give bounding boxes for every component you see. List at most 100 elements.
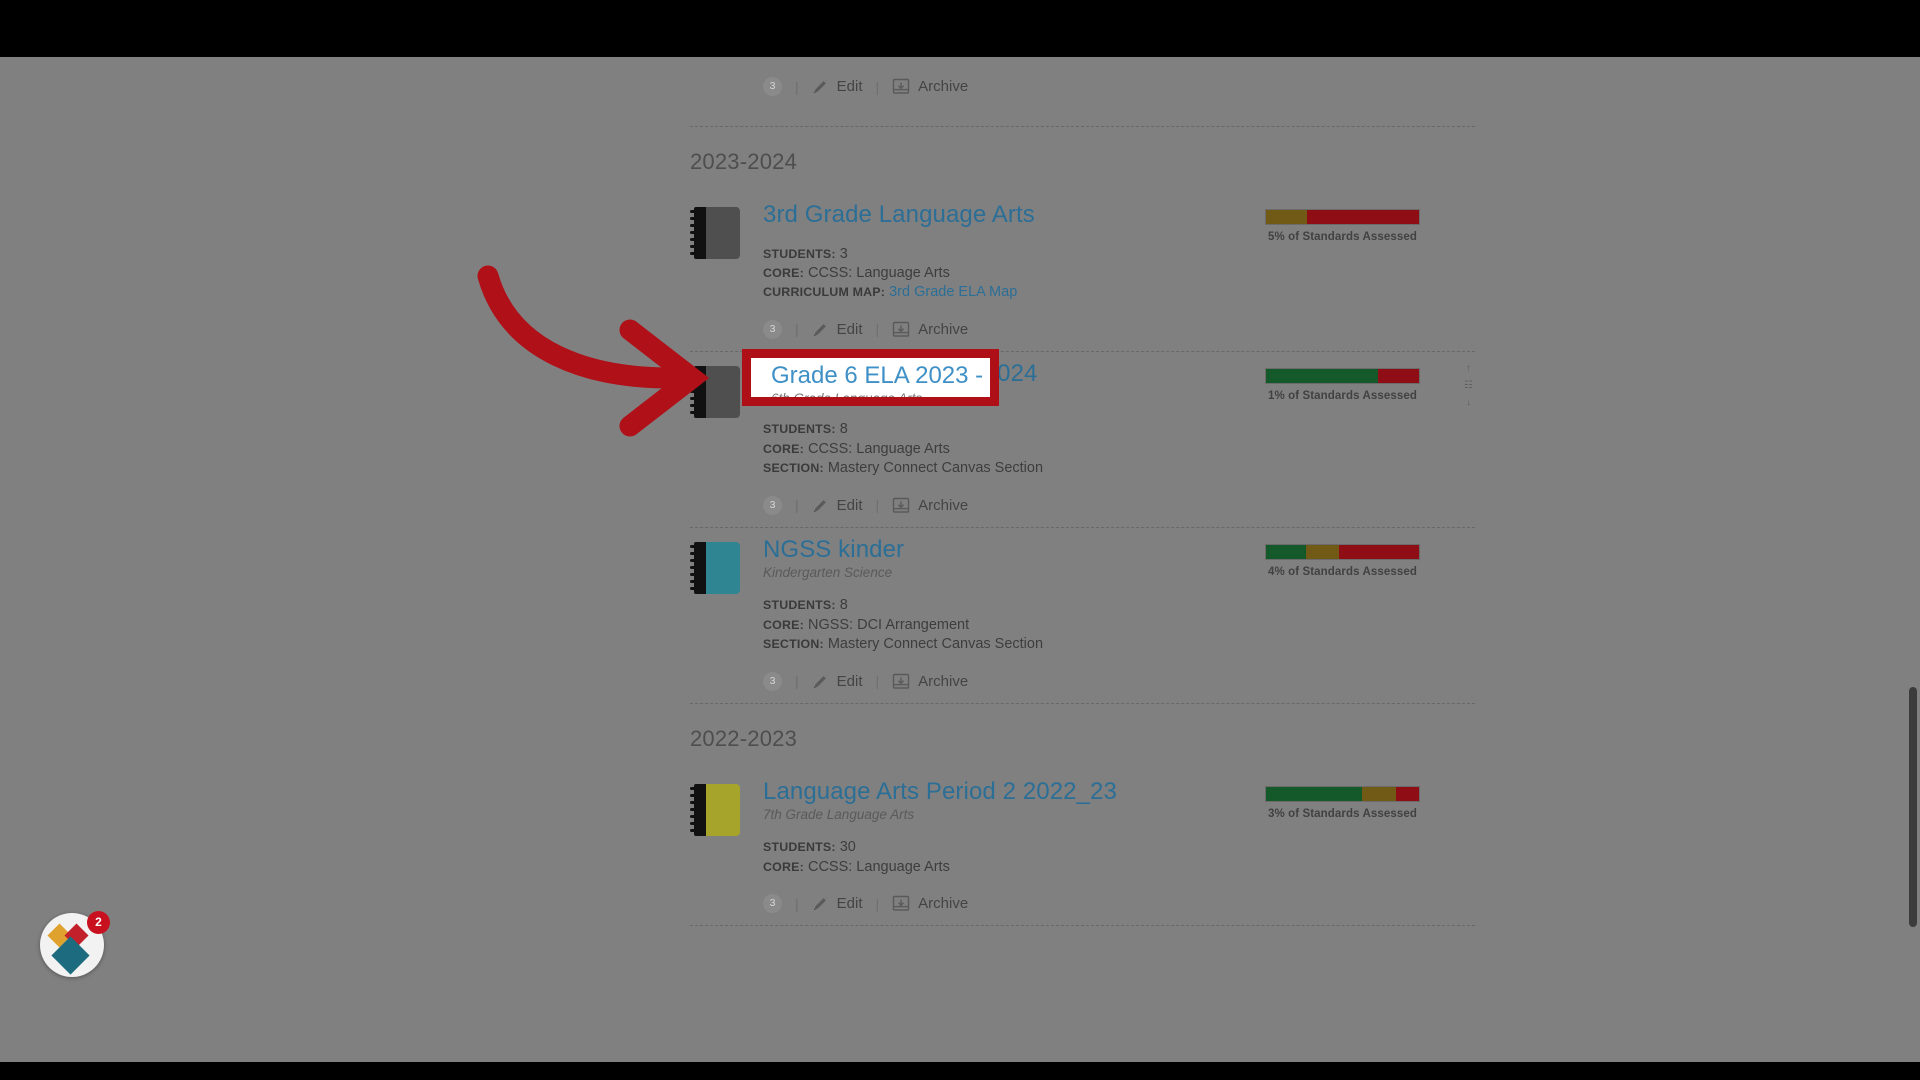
meta-line: STUDENTS: 8 xyxy=(763,596,1265,615)
course-meta: STUDENTS: 3 CORE: CCSS: Language Arts CU… xyxy=(763,229,1265,303)
course-title-link[interactable]: NGSS kinder xyxy=(763,536,1265,564)
notebook-ring xyxy=(690,821,701,825)
progress-bar-wrap: 1% of Standards Assessed xyxy=(1265,367,1420,402)
meta-line: STUDENTS: 3 xyxy=(763,245,1265,264)
course-right: 3% of Standards Assessed xyxy=(1265,778,1475,913)
edit-button[interactable]: Edit xyxy=(812,78,863,95)
archive-box-icon xyxy=(892,321,910,337)
notebook-ring xyxy=(690,544,701,548)
meta-value: 8 xyxy=(839,597,848,614)
meta-key: CURRICULUM MAP: xyxy=(763,285,886,300)
meta-line: SECTION: Mastery Connect Canvas Section xyxy=(763,459,1265,478)
course-icon-col[interactable] xyxy=(690,778,762,913)
edit-button[interactable]: Edit xyxy=(812,321,863,338)
archive-button[interactable]: Archive xyxy=(892,497,968,514)
student-count-badge[interactable]: 3 xyxy=(763,77,782,96)
student-count-badge[interactable]: 3 xyxy=(763,319,782,339)
grid-icon[interactable]: ☷ xyxy=(1464,380,1473,391)
archive-box-icon xyxy=(892,78,910,94)
help-widget-badge: 2 xyxy=(87,911,110,934)
course-title-link[interactable]: Language Arts Period 2 2022_23 xyxy=(763,778,1265,806)
course-notebook-icon xyxy=(690,783,740,839)
school-year-heading: 2022-2023 xyxy=(690,725,798,751)
meta-line: STUDENTS: 8 xyxy=(763,420,1265,439)
notebook-ring xyxy=(690,793,701,797)
pencil-icon xyxy=(813,673,828,688)
student-count-badge[interactable]: 3 xyxy=(763,495,782,515)
action-separator: | xyxy=(875,78,880,95)
progress-segment-not-assessed xyxy=(1339,544,1419,559)
action-separator: | xyxy=(875,673,880,690)
meta-key: CORE: xyxy=(763,441,804,456)
course-right: 5% of Standards Assessed xyxy=(1265,201,1475,339)
course-right: 4% of Standards Assessed xyxy=(1265,536,1475,691)
move-down-icon[interactable]: ↓ xyxy=(1466,397,1471,408)
edit-button[interactable]: Edit xyxy=(812,895,863,912)
student-count-badge[interactable]: 3 xyxy=(763,671,782,691)
highlighted-course-subtitle: 6th Grade Language Arts xyxy=(771,391,923,406)
edit-label: Edit xyxy=(836,895,863,913)
course-row: Language Arts Period 2 2022_23 7th Grade… xyxy=(690,770,1475,925)
move-up-icon[interactable]: ↑ xyxy=(1466,363,1471,374)
progress-bar-wrap: 4% of Standards Assessed xyxy=(1265,543,1420,578)
notebook-ring xyxy=(690,551,701,555)
archive-button[interactable]: Archive xyxy=(892,895,968,912)
notebook-ring xyxy=(690,800,701,804)
meta-value: CCSS: Language Arts xyxy=(807,858,950,875)
sections.1.courses.0.actions-actions: 3 | Edit | Archive xyxy=(763,877,1265,914)
notebook-ring xyxy=(690,382,701,386)
archive-button[interactable]: Archive xyxy=(892,321,968,338)
highlight-annotation-box: Grade 6 ELA 2023 - 2024 6th Grade Langua… xyxy=(742,349,999,406)
meta-key: CORE: xyxy=(763,266,804,281)
notebook-ring xyxy=(690,786,701,790)
progress-bar-label: 1% of Standards Assessed xyxy=(1268,389,1417,402)
sections.0.courses.1.actions-actions: 3 | Edit | Archive xyxy=(763,479,1265,515)
notebook-ring xyxy=(690,224,701,227)
edit-button[interactable]: Edit xyxy=(812,497,863,514)
notebook-ring xyxy=(690,245,701,248)
action-separator: | xyxy=(795,895,799,912)
meta-line: CORE: CCSS: Language Arts xyxy=(763,440,1265,459)
vertical-scrollbar-thumb[interactable] xyxy=(1909,687,1917,927)
course-notebook-icon xyxy=(690,365,740,421)
archive-button[interactable]: Archive xyxy=(892,78,968,95)
section-divider xyxy=(690,126,1475,127)
meta-value[interactable]: 3rd Grade ELA Map xyxy=(889,284,1017,300)
section-divider xyxy=(690,925,1475,927)
course-meta: STUDENTS: 8 CORE: NGSS: DCI Arrangement … xyxy=(763,580,1265,654)
course-main: NGSS kinder Kindergarten Science STUDENT… xyxy=(762,536,1265,691)
row-mini-controls[interactable]: ↑ ☷ ↓ xyxy=(1464,363,1473,408)
meta-key: STUDENTS: xyxy=(763,598,836,613)
pencil-icon xyxy=(813,895,828,911)
progress-bar-label: 5% of Standards Assessed xyxy=(1268,231,1417,243)
edit-button[interactable]: Edit xyxy=(812,673,863,690)
student-count-badge[interactable]: 3 xyxy=(763,894,782,914)
course-main: 3rd Grade Language Arts STUDENTS: 3 CORE… xyxy=(762,201,1265,339)
progress-bar-wrap: 5% of Standards Assessed xyxy=(1265,209,1420,243)
pencil-icon xyxy=(813,321,828,336)
notebook-ring xyxy=(690,375,701,379)
archive-label: Archive xyxy=(918,672,969,690)
sections.0.courses.2.actions-actions: 3 | Edit | Archive xyxy=(763,655,1265,691)
archive-button[interactable]: Archive xyxy=(892,673,968,690)
meta-value: 8 xyxy=(839,421,848,438)
course-icon-col[interactable] xyxy=(690,201,762,339)
help-widget[interactable]: 2 xyxy=(40,911,110,977)
highlighted-course-title[interactable]: Grade 6 ELA 2023 - 2024 xyxy=(751,358,990,390)
notebook-ring xyxy=(690,565,701,569)
notebook-ring xyxy=(690,389,701,393)
course-icon-col[interactable] xyxy=(690,536,762,691)
meta-value: NGSS: DCI Arrangement xyxy=(807,616,970,633)
edit-label: Edit xyxy=(836,496,863,514)
action-separator: | xyxy=(875,895,880,912)
standards-progress-bar xyxy=(1265,785,1420,802)
notebook-ring xyxy=(690,579,701,583)
archive-box-icon xyxy=(892,673,910,689)
meta-value: CCSS: Language Arts xyxy=(807,440,950,457)
action-separator: | xyxy=(795,497,799,514)
notebook-ring xyxy=(690,572,701,576)
progress-bar-label: 4% of Standards Assessed xyxy=(1268,565,1417,578)
meta-value: Mastery Connect Canvas Section xyxy=(827,460,1044,477)
course-title-link[interactable]: 3rd Grade Language Arts xyxy=(763,201,1265,229)
screenshot-root: 3 | Edit | Archive 2023-2024 3rd Grade L… xyxy=(0,0,1920,1080)
